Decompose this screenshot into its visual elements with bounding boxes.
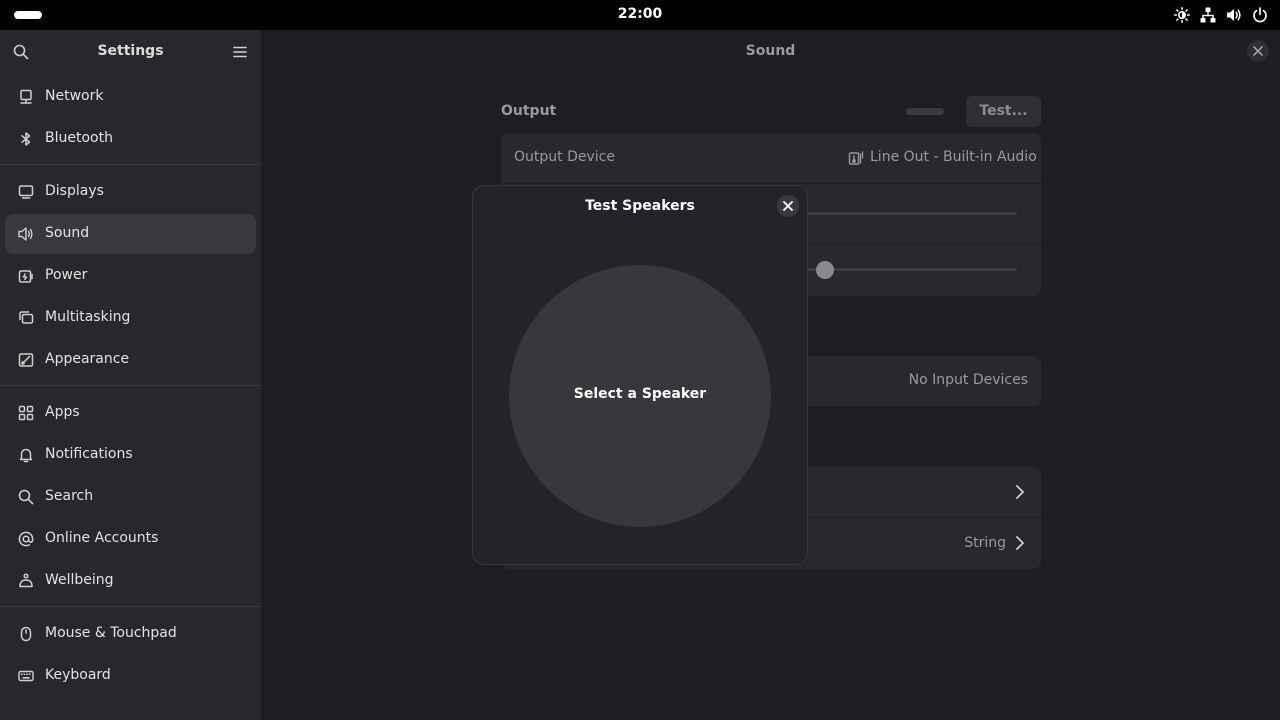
apps-icon xyxy=(18,405,34,421)
balance-slider[interactable] xyxy=(807,268,1017,271)
sidebar-item-label: Bluetooth xyxy=(45,130,113,146)
output-device-dropdown[interactable]: Line Out - Built-in Audio xyxy=(870,149,1037,165)
volume-icon xyxy=(1226,7,1242,23)
line-out-icon xyxy=(848,150,864,166)
multitasking-icon xyxy=(18,310,34,326)
row-divider xyxy=(501,183,1041,184)
window-close-button[interactable] xyxy=(1247,40,1269,62)
sidebar-item-displays[interactable]: Displays xyxy=(5,172,256,212)
sidebar-item-label: Keyboard xyxy=(45,667,111,683)
display-icon xyxy=(18,184,34,200)
sound-icon xyxy=(18,226,34,242)
network-wired-icon xyxy=(1200,7,1216,23)
sidebar-item-label: Displays xyxy=(45,183,104,199)
sidebar-item-search[interactable]: Search xyxy=(5,477,256,517)
sidebar-title: Settings xyxy=(97,43,164,59)
output-volume-slider[interactable] xyxy=(807,212,1017,215)
page-title: Sound xyxy=(745,43,796,59)
sidebar-item-label: Notifications xyxy=(45,446,133,462)
sidebar-item-apps[interactable]: Apps xyxy=(5,393,256,433)
sidebar-list: Network Bluetooth Displays Sound Power M… xyxy=(0,77,261,698)
speaker-selection-area[interactable]: Select a Speaker xyxy=(509,265,771,527)
sidebar-item-mouse-touchpad[interactable]: Mouse & Touchpad xyxy=(5,614,256,654)
close-icon xyxy=(783,201,793,211)
system-tray[interactable] xyxy=(1174,7,1268,23)
test-speakers-dialog: Test Speakers Select a Speaker xyxy=(472,185,808,565)
power-icon xyxy=(18,268,34,284)
sidebar-item-label: Online Accounts xyxy=(45,530,159,546)
wellbeing-icon xyxy=(18,573,34,589)
sidebar-item-label: Network xyxy=(45,88,104,104)
close-icon xyxy=(1253,46,1263,56)
sidebar-item-label: Search xyxy=(45,488,94,504)
power-icon xyxy=(1252,7,1268,23)
sidebar-item-label: Wellbeing xyxy=(45,572,114,588)
sidebar-item-label: Mouse & Touchpad xyxy=(45,625,177,641)
select-speaker-label: Select a Speaker xyxy=(573,386,707,402)
no-input-devices-label: No Input Devices xyxy=(908,372,1028,388)
sidebar-item-label: Appearance xyxy=(45,351,130,367)
online-accounts-icon xyxy=(18,531,34,547)
sidebar-header: Settings xyxy=(0,30,261,74)
night-light-icon xyxy=(1174,7,1190,23)
sidebar-item-notifications[interactable]: Notifications xyxy=(5,435,256,475)
sidebar-divider xyxy=(0,164,261,165)
top-bar: 22:00 xyxy=(0,0,1280,30)
balance-slider-knob[interactable] xyxy=(816,261,834,279)
notifications-icon xyxy=(18,447,34,463)
sidebar-divider xyxy=(0,606,261,607)
sidebar-item-power[interactable]: Power xyxy=(5,256,256,296)
clock[interactable]: 22:00 xyxy=(0,6,1280,22)
sidebar-item-label: Multitasking xyxy=(45,309,131,325)
keyboard-icon xyxy=(18,668,34,684)
sidebar-item-label: Power xyxy=(45,267,88,283)
sidebar-divider xyxy=(0,385,261,386)
chevron-right-icon[interactable] xyxy=(1014,484,1026,500)
sidebar-item-online-accounts[interactable]: Online Accounts xyxy=(5,519,256,559)
dialog-title: Test Speakers xyxy=(585,198,695,214)
output-level-indicator xyxy=(906,108,944,115)
sidebar-item-keyboard[interactable]: Keyboard xyxy=(5,656,256,696)
mouse-icon xyxy=(18,626,34,642)
sidebar-item-network[interactable]: Network xyxy=(5,77,256,117)
sidebar-item-appearance[interactable]: Appearance xyxy=(5,340,256,380)
sidebar-item-multitasking[interactable]: Multitasking xyxy=(5,298,256,338)
chevron-right-icon[interactable] xyxy=(1014,535,1026,551)
test-button[interactable]: Test... xyxy=(966,96,1041,127)
bluetooth-icon xyxy=(18,131,34,147)
appearance-icon xyxy=(18,352,34,368)
sidebar-item-sound[interactable]: Sound xyxy=(5,214,256,254)
search-icon xyxy=(18,489,34,505)
sidebar: Settings Network Bluetooth Displays Soun… xyxy=(0,30,261,720)
network-icon xyxy=(18,89,34,105)
alert-sound-value[interactable]: String xyxy=(964,535,1006,551)
dialog-close-button[interactable] xyxy=(777,195,799,217)
sidebar-item-label: Sound xyxy=(45,225,90,241)
output-section-title: Output xyxy=(501,103,557,119)
sidebar-item-wellbeing[interactable]: Wellbeing xyxy=(5,561,256,601)
sidebar-item-bluetooth[interactable]: Bluetooth xyxy=(5,119,256,159)
hamburger-menu-icon[interactable] xyxy=(232,44,248,60)
sidebar-item-label: Apps xyxy=(45,404,80,420)
output-device-label: Output Device xyxy=(514,149,615,165)
